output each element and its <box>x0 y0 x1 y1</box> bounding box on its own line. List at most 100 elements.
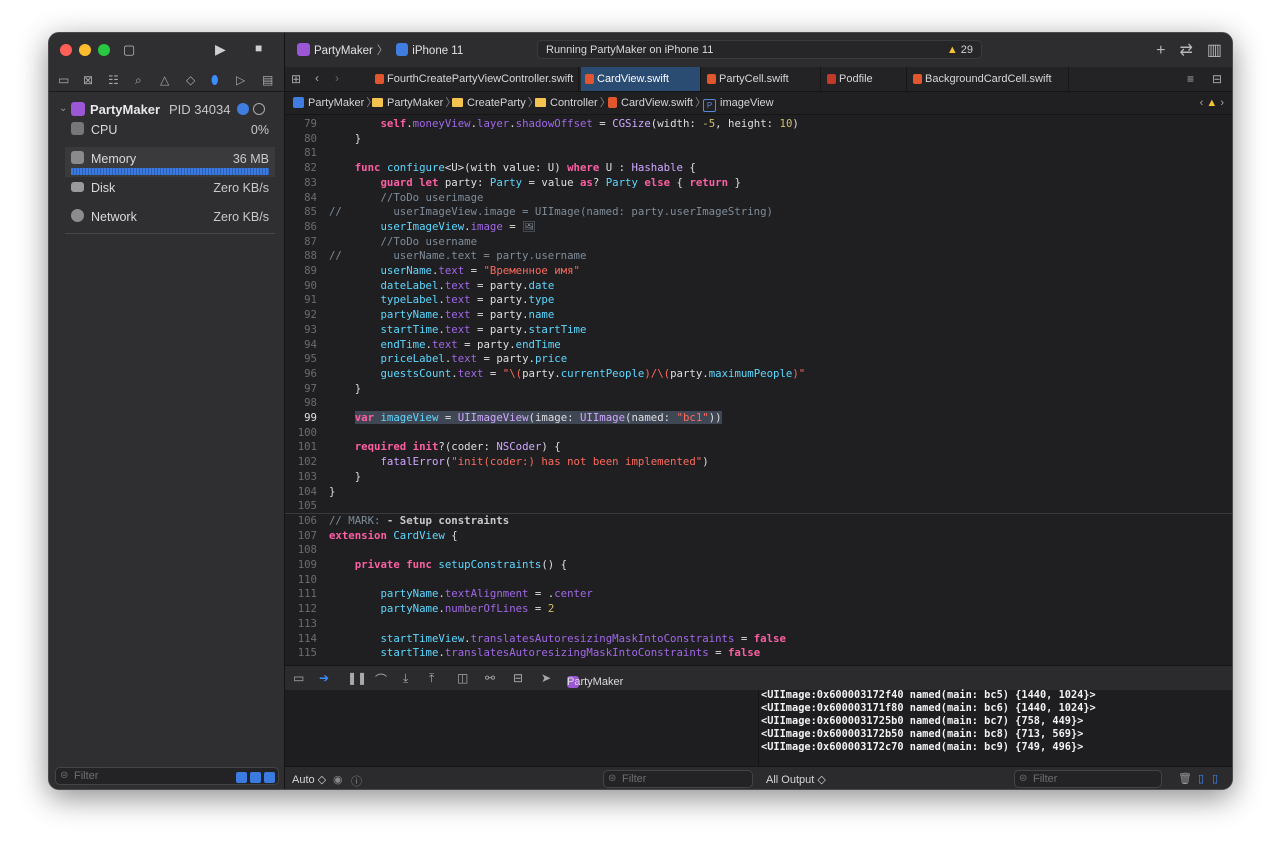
filter-option-icon[interactable] <box>250 772 261 783</box>
info-icon[interactable]: ⓘ <box>351 773 362 789</box>
code-line[interactable]: 108 <box>285 543 1232 558</box>
code-line[interactable]: 99 var imageView = UIImageView(image: UI… <box>285 411 1232 426</box>
code-line[interactable]: 83 guard let party: Party = value as? Pa… <box>285 176 1232 191</box>
breadcrumb-item[interactable]: PartyMaker〉 <box>293 92 379 114</box>
sidebar-toggle-icon[interactable]: ▢ <box>123 43 135 56</box>
variables-view[interactable] <box>285 690 759 766</box>
step-out-icon[interactable]: ⤒ <box>429 671 434 686</box>
back-icon[interactable]: ‹ <box>315 71 319 85</box>
code-line[interactable]: 112 partyName.numberOfLines = 2 <box>285 602 1232 617</box>
code-line[interactable]: 114 startTimeView.translatesAutoresizing… <box>285 632 1232 647</box>
code-line[interactable]: 79 self.moneyView.layer.shadowOffset = C… <box>285 117 1232 132</box>
tab-card-view[interactable]: CardView.swift <box>581 67 701 91</box>
issue-icon[interactable]: △ <box>160 73 169 87</box>
info-icon[interactable] <box>237 103 249 115</box>
code-line[interactable]: 80 } <box>285 132 1232 147</box>
code-line[interactable]: 102 fatalError("init(coder:) has not bee… <box>285 455 1232 470</box>
variables-mode-selector[interactable]: Auto ◇ <box>292 773 326 786</box>
code-line[interactable]: 89 userName.text = "Временное имя" <box>285 264 1232 279</box>
code-line[interactable]: 104} <box>285 485 1232 500</box>
tab-background-card-cell[interactable]: BackgroundCardCell.swift <box>909 67 1069 91</box>
step-into-icon[interactable]: ⤓ <box>403 671 408 686</box>
location-icon[interactable]: ➤ <box>541 671 551 685</box>
code-line[interactable]: 87 //ToDo username <box>285 235 1232 250</box>
code-line[interactable]: 98 <box>285 396 1232 411</box>
code-line[interactable]: 103 } <box>285 470 1232 485</box>
console-filter[interactable]: ⊜ Filter <box>1014 770 1162 788</box>
gauge-cpu[interactable]: CPU 0% <box>71 121 269 141</box>
output-mode-selector[interactable]: All Output ◇ <box>766 773 826 786</box>
code-line[interactable]: 86 userImageView.image = 🖼 <box>285 220 1232 235</box>
pause-process-icon[interactable] <box>253 103 265 115</box>
gauge-memory[interactable]: Memory 36 MB <box>71 150 269 170</box>
console-output[interactable]: <UIImage:0x600003172f40 named(main: bc5)… <box>759 689 1232 766</box>
code-line[interactable]: 111 partyName.textAlignment = .center <box>285 587 1232 602</box>
debug-navigator-icon[interactable]: ⬮ <box>211 73 219 88</box>
hide-debug-area-icon[interactable]: ▭ <box>293 671 304 685</box>
add-icon[interactable]: + <box>1156 42 1165 59</box>
grid-icon[interactable]: ⊞ <box>291 72 301 86</box>
code-line[interactable]: 95 priceLabel.text = party.price <box>285 352 1232 367</box>
view-debugger-icon[interactable]: ◫ <box>457 671 468 685</box>
process-row[interactable]: ⌄ PartyMaker PID 34034 <box>59 101 279 119</box>
code-line[interactable]: 91 typeLabel.text = party.type <box>285 293 1232 308</box>
code-line[interactable]: 94 endTime.text = party.endTime <box>285 338 1232 353</box>
code-line[interactable]: 88 // userName.text = party.username <box>285 249 1232 264</box>
review-icon[interactable]: ⇄ <box>1179 42 1192 59</box>
code-line[interactable]: 109 private func setupConstraints() { <box>285 558 1232 573</box>
breadcrumb-item[interactable]: CardView.swift 〉 <box>608 92 708 114</box>
issue-navigation[interactable]: ‹ ▲ › <box>1200 92 1224 114</box>
eye-icon[interactable]: ◉ <box>333 773 343 786</box>
breadcrumb-item[interactable]: PimageView <box>703 92 774 114</box>
source-control-icon[interactable]: ⊠ <box>83 73 93 87</box>
pause-icon[interactable]: ❚❚ <box>347 671 367 685</box>
code-line[interactable]: 81 <box>285 146 1232 161</box>
split-editor-icon[interactable]: ⊟ <box>1212 72 1222 86</box>
code-line[interactable]: 100 <box>285 426 1232 441</box>
minimize-window-button[interactable] <box>79 44 91 56</box>
source-editor[interactable]: 79 self.moneyView.layer.shadowOffset = C… <box>285 115 1232 665</box>
breakpoint-icon[interactable]: ▷ <box>236 73 245 87</box>
code-line[interactable]: 96 guestsCount.text = "\(party.currentPe… <box>285 367 1232 382</box>
gauge-disk[interactable]: Disk Zero KB/s <box>71 179 269 199</box>
code-line[interactable]: 101 required init?(coder: NSCoder) { <box>285 440 1232 455</box>
code-line[interactable]: 90 dateLabel.text = party.date <box>285 279 1232 294</box>
forward-icon[interactable]: › <box>335 71 339 85</box>
test-icon[interactable]: ◇ <box>186 73 195 87</box>
code-line[interactable]: 84 //ToDo userimage <box>285 191 1232 206</box>
variables-filter[interactable]: ⊜ Filter <box>603 770 753 788</box>
code-line[interactable]: 93 startTime.text = party.startTime <box>285 323 1232 338</box>
search-icon[interactable]: ⌕ <box>135 73 142 88</box>
show-variables-icon[interactable]: ▯ <box>1198 772 1204 785</box>
code-line[interactable]: 97 } <box>285 382 1232 397</box>
warning-badge[interactable]: ▲ 29 <box>947 44 973 56</box>
gauge-network[interactable]: Network Zero KB/s <box>71 208 269 228</box>
step-over-icon[interactable]: ⌒ <box>375 671 387 688</box>
code-line[interactable]: 106 // MARK: - Setup constraints <box>285 514 1232 529</box>
symbol-icon[interactable]: ☷ <box>108 73 119 87</box>
report-icon[interactable]: ▤ <box>262 73 273 87</box>
zoom-window-button[interactable] <box>98 44 110 56</box>
navigator-filter[interactable]: ⊜ Filter <box>55 767 279 785</box>
code-line[interactable]: 85 // userImageView.image = UIImage(named… <box>285 205 1232 220</box>
breadcrumb-item[interactable]: Controller 〉 <box>535 92 613 114</box>
code-line[interactable]: 113 <box>285 617 1232 632</box>
memory-graph-icon[interactable]: ⚯ <box>485 671 495 685</box>
disclosure-icon[interactable]: ⌄ <box>59 103 67 114</box>
breadcrumb-item[interactable]: CreateParty 〉 <box>452 92 541 114</box>
code-line[interactable]: 82 func configure<U>(with value: U) wher… <box>285 161 1232 176</box>
inspector-toggle-icon[interactable]: ▥ <box>1207 42 1222 59</box>
code-line[interactable]: 105 <box>285 499 1232 514</box>
environment-overrides-icon[interactable]: ⊟ <box>513 671 523 685</box>
code-line[interactable]: 92 partyName.text = party.name <box>285 308 1232 323</box>
breadcrumb-item[interactable]: PartyMaker〉 <box>372 92 458 114</box>
scheme-selector[interactable]: PartyMaker 〉 iPhone 11 <box>297 42 463 58</box>
run-button[interactable]: ▶ <box>215 42 226 56</box>
tab-party-cell[interactable]: PartyCell.swift <box>703 67 821 91</box>
editor-options-icon[interactable]: ≡ <box>1187 72 1194 86</box>
tab-podfile[interactable]: Podfile <box>823 67 907 91</box>
close-window-button[interactable] <box>60 44 72 56</box>
show-console-icon[interactable]: ▯ <box>1212 772 1218 785</box>
code-line[interactable]: 107 extension CardView { <box>285 529 1232 544</box>
stop-button[interactable]: ■ <box>255 42 262 54</box>
